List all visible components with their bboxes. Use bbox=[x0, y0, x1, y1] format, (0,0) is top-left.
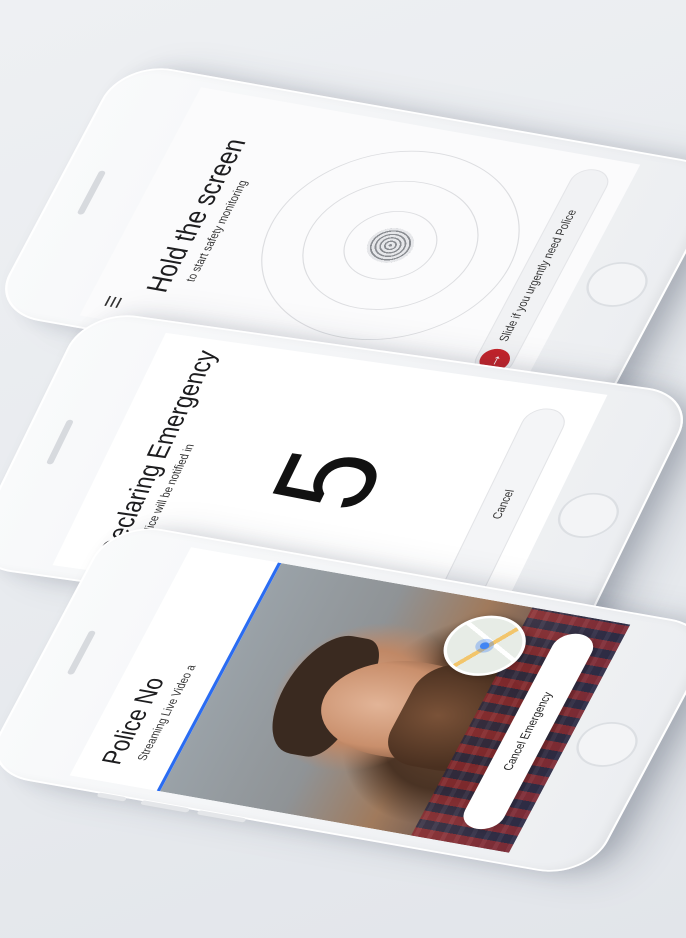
speaker-grille bbox=[76, 170, 107, 216]
volume-down-button bbox=[196, 810, 247, 823]
home-button[interactable] bbox=[577, 257, 657, 312]
cancel-button[interactable]: Cancel bbox=[436, 405, 572, 603]
volume-up-button bbox=[139, 800, 191, 813]
hamburger-menu-icon[interactable]: ☰ bbox=[102, 294, 127, 309]
speaker-grille bbox=[45, 419, 75, 465]
page-title: Declaring Emergency bbox=[93, 348, 224, 557]
mute-switch bbox=[96, 792, 127, 802]
speaker-grille bbox=[66, 630, 97, 676]
home-button[interactable] bbox=[567, 717, 647, 772]
home-button[interactable] bbox=[549, 489, 628, 542]
location-pin-icon bbox=[472, 637, 497, 655]
